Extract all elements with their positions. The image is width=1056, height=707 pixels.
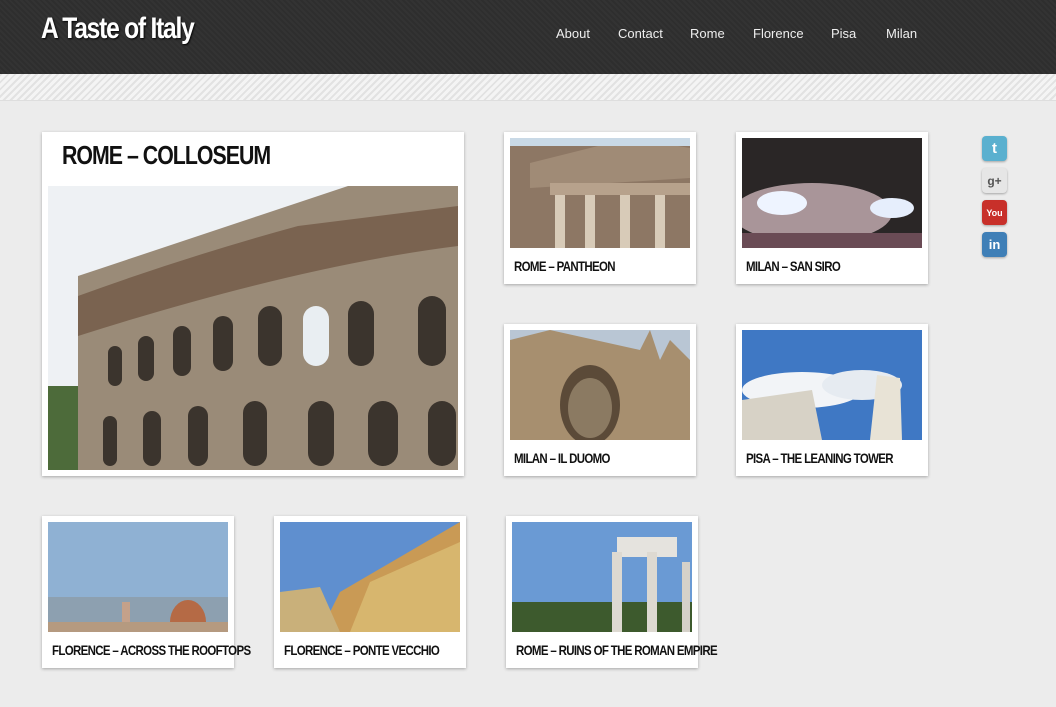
gallery-card-ponte-vecchio[interactable]: FLORENCE – PONTE VECCHIO — [274, 516, 466, 668]
linkedin-icon[interactable]: in — [982, 232, 1007, 257]
ponte-vecchio-photo — [280, 522, 460, 632]
gallery-caption: PISA – THE LEANING TOWER — [746, 450, 894, 466]
nav-milan[interactable]: Milan — [886, 26, 917, 41]
gallery-card-rooftops[interactable]: FLORENCE – ACROSS THE ROOFTOPS — [42, 516, 251, 668]
gallery-card-roman-ruins[interactable]: ROME – RUINS OF THE ROMAN EMPIRE — [506, 516, 718, 668]
gallery-card-leaning-tower[interactable]: PISA – THE LEANING TOWER — [736, 324, 928, 476]
gallery-caption: MILAN – IL DUOMO — [514, 450, 610, 466]
san-siro-photo — [742, 138, 922, 248]
leaning-tower-photo — [742, 330, 922, 440]
gallery-card-pantheon[interactable]: ROME – PANTHEON — [504, 132, 696, 284]
nav-rome[interactable]: Rome — [690, 26, 725, 41]
gallery-caption: ROME – RUINS OF THE ROMAN EMPIRE — [516, 642, 718, 658]
site-header: A Taste of Italy About Contact Rome Flor… — [0, 0, 1056, 74]
youtube-icon[interactable]: You — [982, 200, 1007, 225]
featured-card[interactable]: ROME – COLLOSEUM — [42, 132, 464, 476]
pantheon-photo — [510, 138, 690, 248]
gallery-card-san-siro[interactable]: MILAN – SAN SIRO — [736, 132, 928, 284]
nav-contact[interactable]: Contact — [618, 26, 663, 41]
nav-about[interactable]: About — [556, 26, 590, 41]
twitter-icon[interactable]: t — [982, 136, 1007, 161]
gallery-caption: ROME – PANTHEON — [514, 258, 616, 274]
rooftops-photo — [48, 522, 228, 632]
gallery-caption: MILAN – SAN SIRO — [746, 258, 841, 274]
featured-caption: ROME – COLLOSEUM — [62, 140, 271, 170]
gallery-caption: FLORENCE – PONTE VECCHIO — [284, 642, 440, 658]
google-plus-icon[interactable]: g+ — [982, 168, 1007, 193]
site-title[interactable]: A Taste of Italy — [41, 12, 195, 46]
colosseum-photo — [48, 186, 458, 470]
roman-ruins-photo — [512, 522, 692, 632]
gallery-caption: FLORENCE – ACROSS THE ROOFTOPS — [52, 642, 251, 658]
nav-pisa[interactable]: Pisa — [831, 26, 856, 41]
header-stripe — [0, 74, 1056, 101]
nav-florence[interactable]: Florence — [753, 26, 804, 41]
gallery-card-duomo[interactable]: MILAN – IL DUOMO — [504, 324, 696, 476]
duomo-photo — [510, 330, 690, 440]
